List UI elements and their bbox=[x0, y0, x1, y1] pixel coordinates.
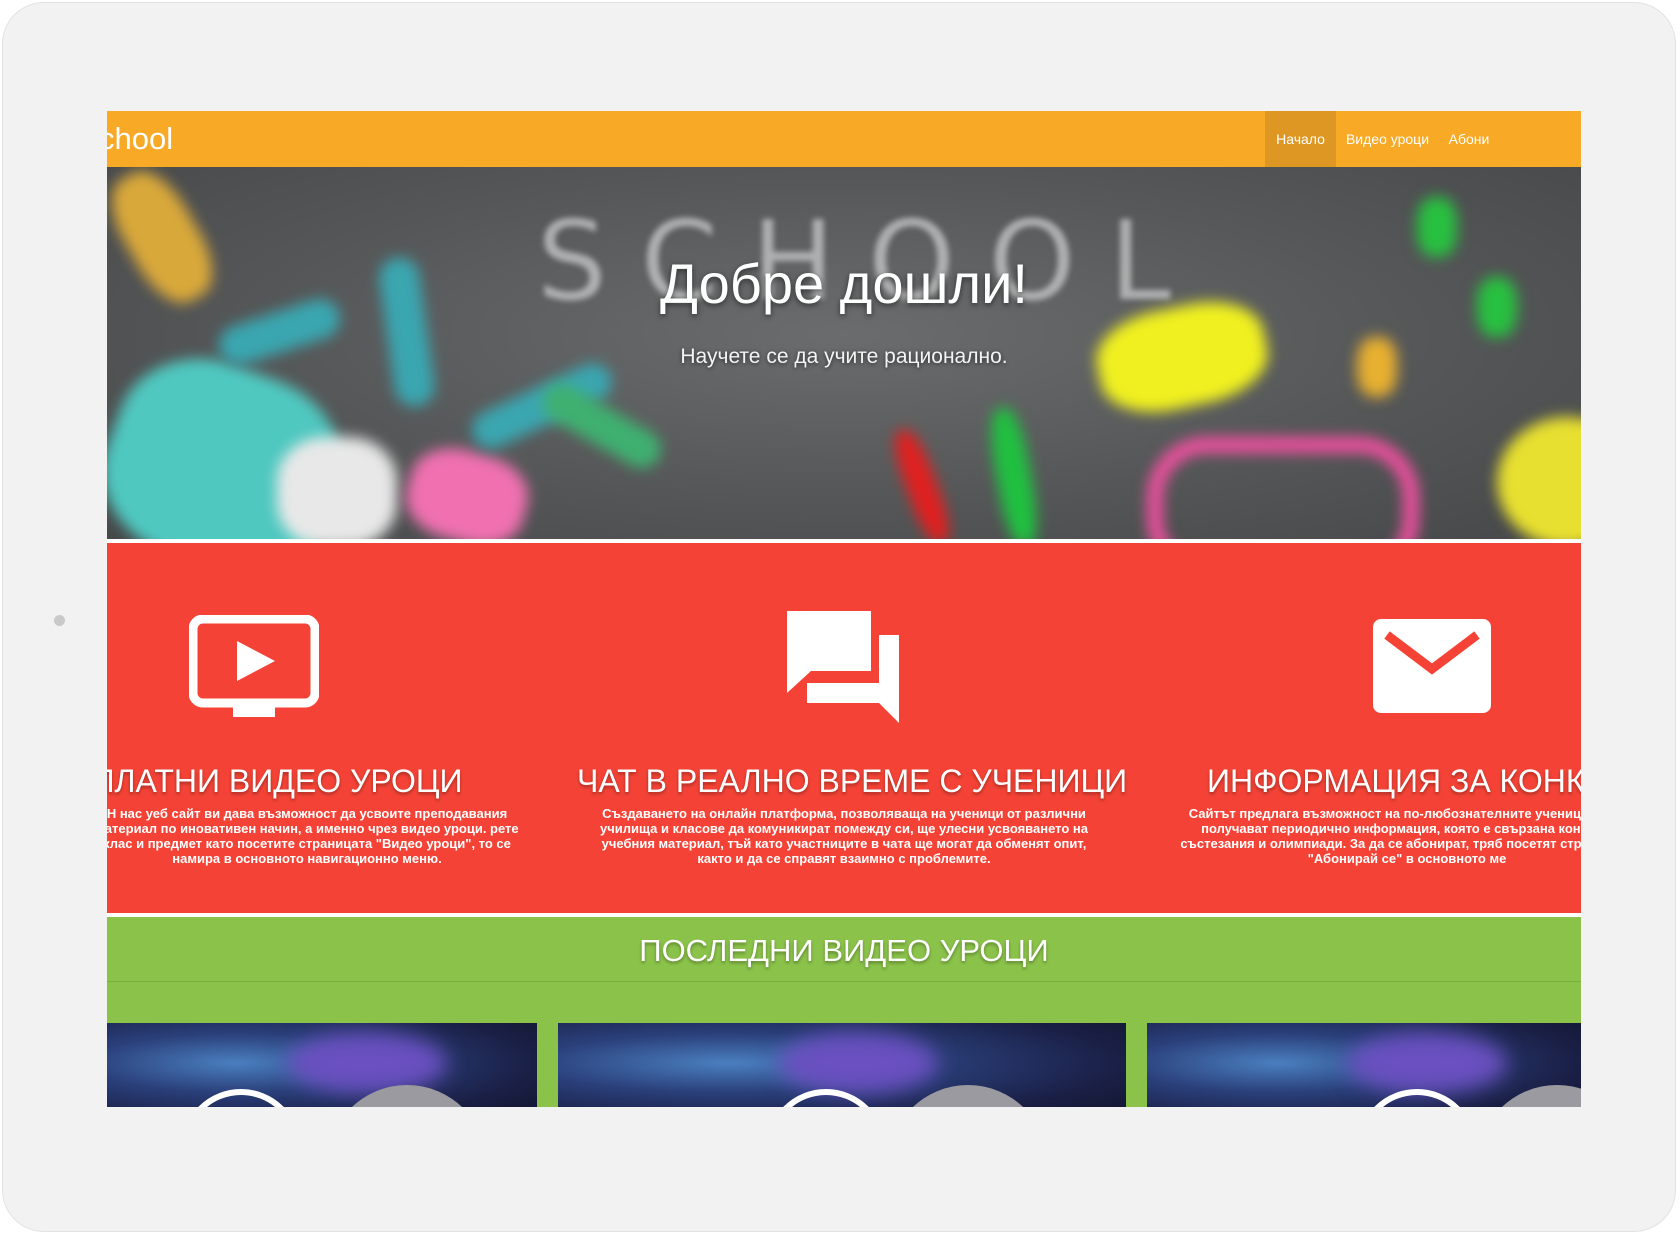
hero-subtitle: Научете се да учите рационално. bbox=[680, 345, 1008, 368]
play-circle-icon[interactable] bbox=[181, 1089, 301, 1107]
section-divider bbox=[107, 981, 1581, 982]
site-brand[interactable]: chool bbox=[107, 119, 173, 159]
feature-description: Създаването на онлайн платформа, позволя… bbox=[600, 806, 1088, 866]
green-marker-decoration bbox=[985, 405, 1043, 539]
video-card[interactable] bbox=[558, 1023, 1126, 1107]
hero-banner: SCHOOL Добре дошли! Научете се да учите … bbox=[107, 167, 1581, 539]
latest-videos-section: ПОСЛЕДНИ ВИДЕО УРОЦИ bbox=[107, 917, 1581, 1107]
nebula-decoration bbox=[287, 1033, 447, 1093]
feature-title: ЧАТ В РЕАЛНО ВРЕМЕ С УЧЕНИЦИ bbox=[577, 763, 1128, 799]
scissors-decoration bbox=[1147, 437, 1419, 539]
features-section: ПЛАТНИ ВИДЕО УРОЦИ Н нас уеб сайт ви дав… bbox=[107, 543, 1581, 913]
feature-title: ПЛАТНИ ВИДЕО УРОЦИ bbox=[107, 763, 463, 799]
nav-item-home[interactable]: Начало bbox=[1265, 111, 1336, 167]
nebula-decoration bbox=[1347, 1033, 1507, 1093]
video-card[interactable] bbox=[107, 1023, 537, 1107]
pink-eraser-decoration bbox=[397, 438, 537, 539]
pushpin-decoration bbox=[1417, 197, 1457, 257]
tv-play-icon bbox=[189, 615, 319, 717]
envelope-icon bbox=[1373, 619, 1491, 713]
moon-image bbox=[888, 1085, 1048, 1107]
nav-item-video-lessons[interactable]: Видео уроци bbox=[1336, 111, 1439, 167]
tablet-frame: chool Начало Видео уроци Абони SCHOOL bbox=[2, 2, 1676, 1232]
moon-image bbox=[1477, 1085, 1581, 1107]
nav-item-subscribe[interactable]: Абони bbox=[1439, 111, 1499, 167]
camera-dot bbox=[54, 615, 65, 626]
feature-title: ИНФОРМАЦИЯ ЗА КОНКУ bbox=[1207, 763, 1581, 799]
hero-title: Добре дошли! bbox=[660, 252, 1028, 315]
feature-description: Н нас уеб сайт ви дава възможност да усв… bbox=[107, 806, 519, 866]
chat-bubbles-icon bbox=[787, 611, 899, 723]
play-circle-icon[interactable] bbox=[1357, 1089, 1477, 1107]
video-card[interactable] bbox=[1147, 1023, 1581, 1107]
latest-videos-title: ПОСЛЕДНИ ВИДЕО УРОЦИ bbox=[639, 933, 1049, 968]
red-marker-decoration bbox=[887, 425, 957, 539]
feature-description: Сайтът предлага възможност на по-любозна… bbox=[1180, 806, 1581, 866]
nebula-decoration bbox=[778, 1033, 938, 1093]
top-navbar: chool Начало Видео уроци Абони bbox=[107, 111, 1581, 167]
ball-decoration bbox=[1497, 417, 1581, 539]
eraser-decoration bbox=[277, 437, 397, 539]
browser-viewport: chool Начало Видео уроци Абони SCHOOL bbox=[107, 111, 1581, 1107]
